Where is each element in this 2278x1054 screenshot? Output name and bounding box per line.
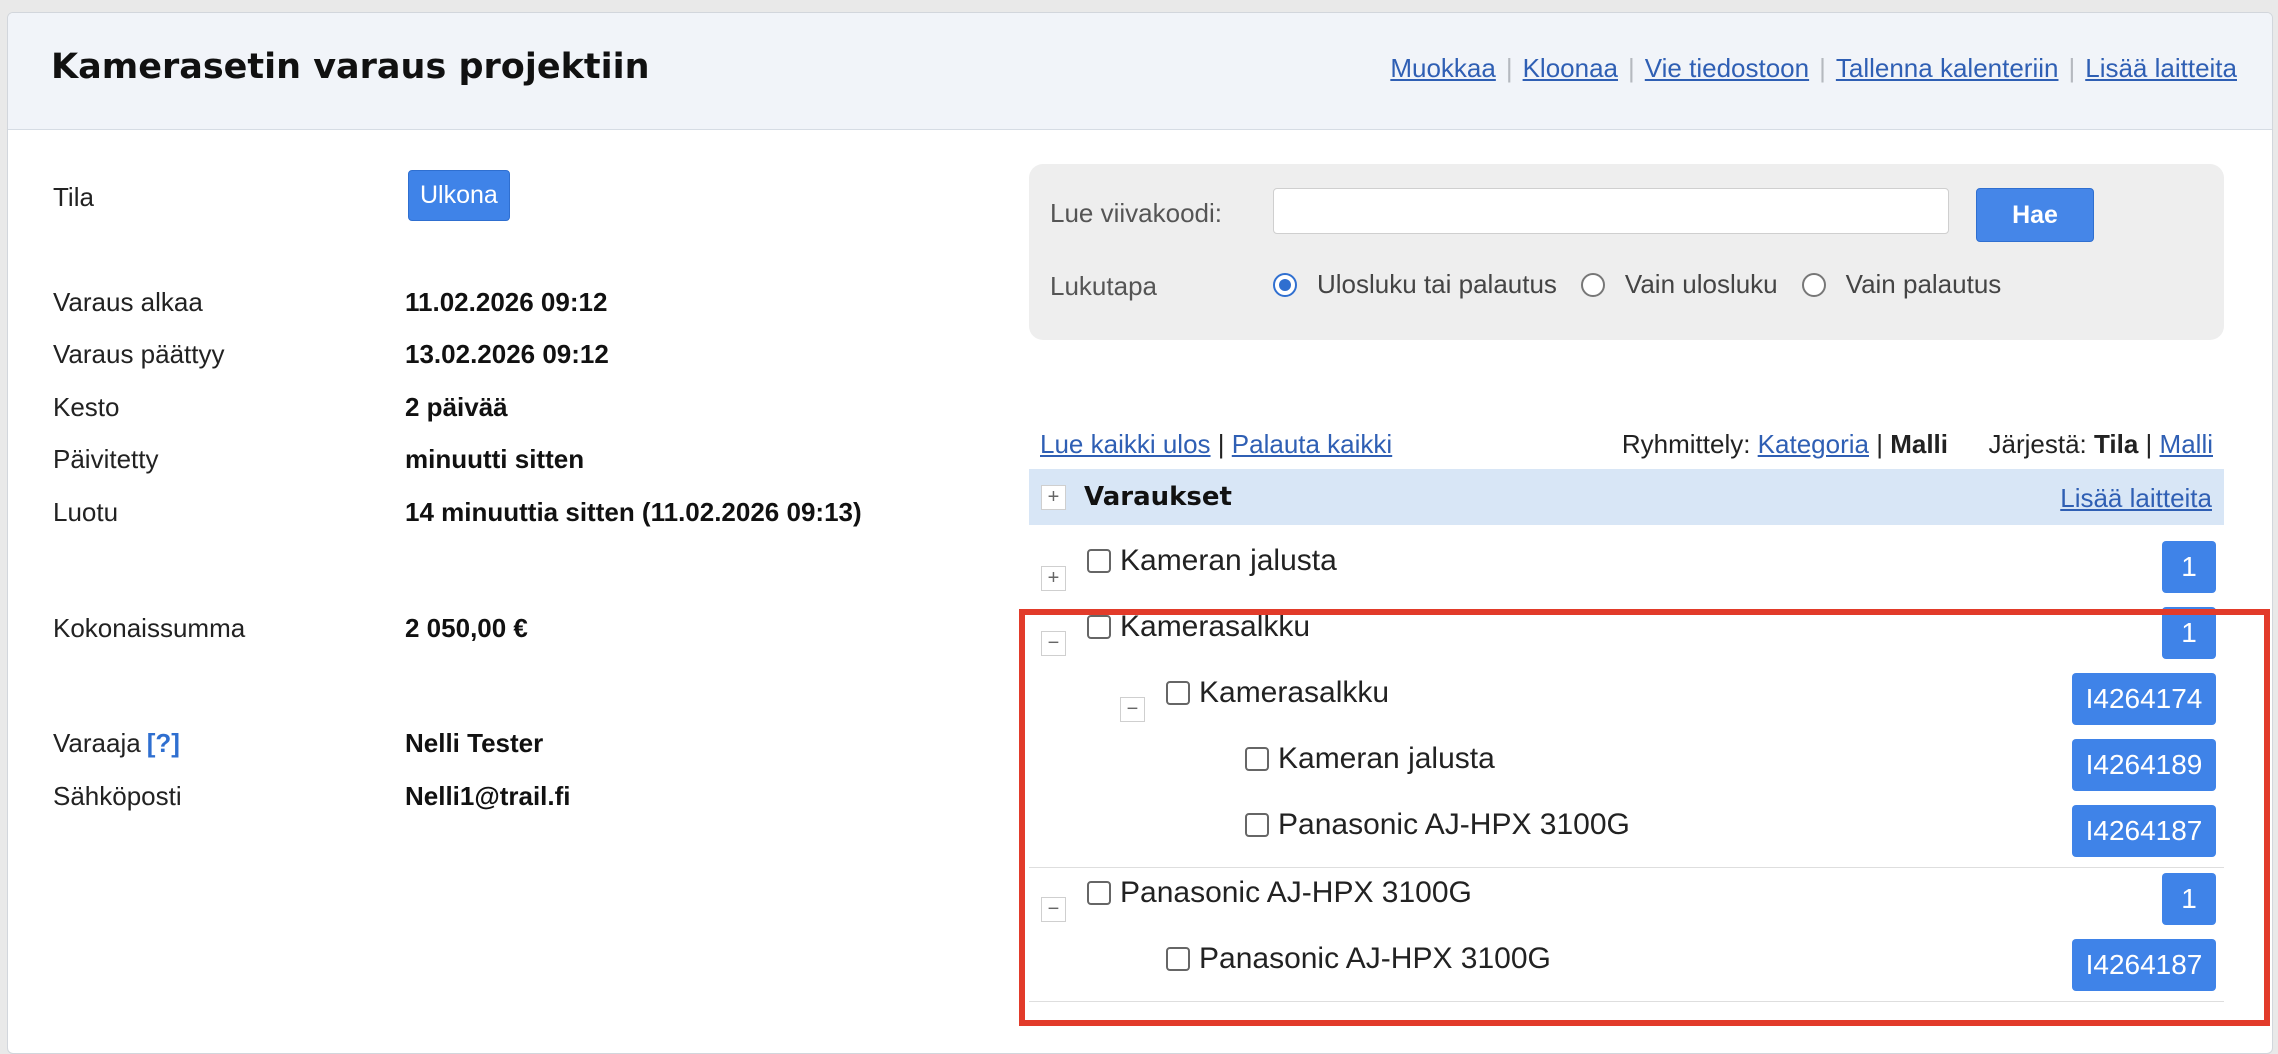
barcode-scan-panel: Lue viivakoodi: Hae Lukutapa Ulosluku ta… [1029,164,2224,340]
clone-link[interactable]: Kloonaa [1523,53,1618,83]
end-label: Varaus päättyy [53,339,225,369]
duration-label: Kesto [53,392,120,422]
read-mode-label: Lukutapa [1050,271,1157,301]
item-name: Kamerasalkku [1120,610,1311,643]
mode-option-checkout-only[interactable]: Vain ulosluku [1580,269,1778,300]
count-badge: 1 [2162,541,2216,593]
item-checkbox[interactable] [1087,615,1111,639]
radio-checkout-or-return[interactable] [1273,272,1297,297]
count-badge: 1 [2162,873,2216,925]
reservations-add-equipment-link[interactable]: Lisää laitteita [2060,483,2212,514]
grouping-label: Ryhmittely: [1621,429,1751,459]
bulk-actions: Lue kaikki ulos | Palauta kaikki [1040,429,1392,460]
toolbar-separator: | [1876,429,1883,459]
item-checkbox[interactable] [1087,549,1111,573]
row-divider [1029,867,2224,868]
expand-all-toggle[interactable]: + [1041,485,1066,510]
start-value: 11.02.2026 09:12 [405,287,608,317]
item-name: Panasonic AJ-HPX 3100G [1278,808,1630,841]
read-mode-options: Ulosluku tai palautus Vain ulosluku Vain… [1273,269,2025,300]
checkout-all-link[interactable]: Lue kaikki ulos [1040,429,1211,459]
collapse-toggle[interactable]: − [1041,897,1066,922]
status-badge: Ulkona [408,170,510,221]
grouping-sorting: Ryhmittely: Kategoria | Malli Järjestä: … [1622,429,2213,460]
updated-value: minuutti sitten [405,444,585,474]
action-separator: | [1628,53,1635,83]
search-button[interactable]: Hae [1976,188,2094,242]
action-separator: | [1819,53,1826,83]
row-divider [1029,1001,2224,1002]
radio-return-only[interactable] [1801,272,1826,297]
mode-label-checkout-only: Vain ulosluku [1624,269,1778,299]
page-title: Kamerasetin varaus projektiin [51,47,650,87]
status-label: Tila [53,182,94,212]
action-separator: | [2068,53,2076,83]
barcode-label: Lue viivakoodi: [1050,198,1222,228]
mode-option-return-only[interactable]: Vain palautus [1801,269,2002,300]
duration-value: 2 päivää [405,392,508,422]
email-label: Sähköposti [53,781,182,811]
reservations-group-header: + Varaukset Lisää laitteita [1029,469,2224,525]
sort-by-model-link[interactable]: Malli [2160,429,2213,459]
item-id-badge: I4264189 [2072,739,2216,791]
collapse-toggle[interactable]: − [1120,697,1145,722]
item-name: Kamerasalkku [1199,676,1390,709]
item-name: Panasonic AJ-HPX 3100G [1199,942,1551,975]
barcode-input[interactable] [1273,188,1949,234]
start-label: Varaus alkaa [53,287,203,317]
count-badge: 1 [2162,607,2216,659]
reservations-title: Varaukset [1084,482,1232,512]
booker-label-row: Varaaja [?] [53,728,180,759]
created-value: 14 minuuttia sitten (11.02.2026 09:13) [405,497,862,527]
sort-by-status-active: Tila [2093,429,2139,459]
booker-label: Varaaja [53,728,141,758]
toolbar-separator: | [2145,429,2153,459]
item-checkbox[interactable] [1087,881,1111,905]
sort-label: Järjestä: [1988,429,2087,459]
header-actions: Muokkaa | Kloonaa | Vie tiedostoon | Tallenna … [1390,53,2237,84]
item-name: Kameran jalusta [1278,742,1495,775]
mode-option-checkout-or-return[interactable]: Ulosluku tai palautus [1273,269,1557,300]
item-checkbox[interactable] [1245,747,1269,771]
export-link[interactable]: Vie tiedostoon [1645,53,1809,83]
item-id-badge: I4264174 [2072,673,2216,725]
mode-label-return-only: Vain palautus [1845,269,2002,299]
total-label: Kokonaissumma [53,613,246,643]
item-checkbox[interactable] [1166,947,1190,971]
mode-label-checkout-or-return: Ulosluku tai palautus [1317,269,1557,299]
toolbar-separator: | [1217,429,1225,459]
booking-panel: Kamerasetin varaus projektiin Muokkaa | Kl… [7,12,2273,1054]
group-by-category-link[interactable]: Kategoria [1758,429,1869,459]
item-id-badge: I4264187 [2072,805,2216,857]
return-all-link[interactable]: Palauta kaikki [1232,429,1392,459]
expand-toggle[interactable]: + [1041,566,1066,591]
edit-link[interactable]: Muokkaa [1390,53,1496,83]
end-value: 13.02.2026 09:12 [405,339,609,369]
action-separator: | [1505,53,1513,83]
collapse-toggle[interactable]: − [1041,631,1066,656]
item-name: Panasonic AJ-HPX 3100G [1120,876,1472,909]
created-label: Luotu [53,497,119,527]
save-to-calendar-link[interactable]: Tallenna kalenteriin [1836,53,2059,83]
total-value: 2 050,00 € [405,613,528,643]
item-checkbox[interactable] [1166,681,1190,705]
item-name: Kameran jalusta [1120,544,1337,577]
item-id-badge: I4264187 [2072,939,2216,991]
group-by-model-active: Malli [1890,429,1949,459]
updated-label: Päivitetty [53,444,159,474]
page-header: Kamerasetin varaus projektiin Muokkaa | Kl… [8,13,2272,130]
item-checkbox[interactable] [1245,813,1269,837]
add-equipment-link[interactable]: Lisää laitteita [2085,53,2237,83]
radio-checkout-only[interactable] [1580,272,1605,297]
booker-help-link[interactable]: [?] [147,728,180,758]
booker-value: Nelli Tester [405,728,544,758]
email-value: Nelli1@trail.fi [405,781,571,811]
